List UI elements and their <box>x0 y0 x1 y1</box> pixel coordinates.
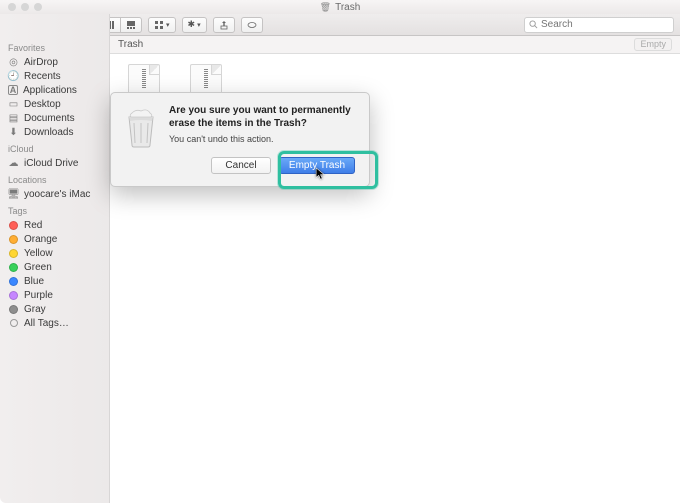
share-button[interactable] <box>213 17 235 33</box>
sidebar-item-label: Gray <box>24 304 46 315</box>
tag-dot-icon <box>9 235 18 244</box>
sidebar-section-title: Locations <box>0 170 109 187</box>
sidebar-item-yoocare-s-imac[interactable]: 🖥 yoocare's iMac <box>0 187 109 201</box>
sidebar-item-label: Yellow <box>24 248 53 259</box>
downloads-icon: ⬇ <box>8 127 19 138</box>
share-icon <box>219 20 229 30</box>
sidebar-item-downloads[interactable]: ⬇ Downloads <box>0 125 109 139</box>
sidebar-item-label: Blue <box>24 276 44 287</box>
imac-icon: 🖥 <box>8 189 19 200</box>
desktop-icon: ▭ <box>8 99 19 110</box>
search-icon <box>529 20 538 29</box>
trash-full-icon <box>123 105 159 145</box>
tag-dot-icon <box>10 319 18 327</box>
dialog-body-text: You can't undo this action. <box>169 134 355 144</box>
sidebar-item-label: AirDrop <box>24 57 58 68</box>
tag-dot-icon <box>9 263 18 272</box>
sidebar-item-label: iCloud Drive <box>24 158 78 169</box>
sidebar-item-green[interactable]: Green <box>0 260 109 274</box>
sidebar-item-red[interactable]: Red <box>0 218 109 232</box>
sidebar-item-desktop[interactable]: ▭ Desktop <box>0 97 109 111</box>
action-menu[interactable]: ✱ ▾ <box>182 17 207 33</box>
sidebar-item-label: All Tags… <box>24 318 69 329</box>
tag-dot-icon <box>9 291 18 300</box>
sidebar-item-label: Applications <box>23 85 77 96</box>
sidebar-item-label: Desktop <box>24 99 61 110</box>
search-field[interactable] <box>524 17 674 33</box>
tag-dot-icon <box>9 249 18 258</box>
dialog-heading: Are you sure you want to permanently era… <box>169 105 355 130</box>
sidebar-section-title: iCloud <box>0 139 109 156</box>
tag-dot-icon <box>9 221 18 230</box>
gear-icon: ✱ <box>188 19 196 30</box>
sidebar-item-all-tags-[interactable]: All Tags… <box>0 316 109 330</box>
sidebar-item-orange[interactable]: Orange <box>0 232 109 246</box>
finder-sidebar: Favorites ◎ AirDrop 🕘 Recents A Applications ▭ D… <box>0 14 110 503</box>
window-title: Trash <box>335 2 360 13</box>
sidebar-section-title: Tags <box>0 201 109 218</box>
sidebar-section-title: Favorites <box>0 38 109 55</box>
sidebar-item-icloud-drive[interactable]: ☁ iCloud Drive <box>0 156 109 170</box>
tag-dot-icon <box>9 305 18 314</box>
chevron-down-icon: ▾ <box>166 21 170 29</box>
sidebar-item-label: Recents <box>24 71 61 82</box>
sidebar-item-label: Downloads <box>24 127 73 138</box>
trash-icon: 🗑 <box>320 2 331 13</box>
window-titlebar: 🗑 Trash <box>0 0 680 14</box>
sidebar-item-label: yoocare's iMac <box>24 189 90 200</box>
sidebar-item-applications[interactable]: A Applications <box>0 83 109 97</box>
sidebar-item-purple[interactable]: Purple <box>0 288 109 302</box>
airdrop-icon: ◎ <box>8 57 19 68</box>
tags-button[interactable] <box>241 17 263 33</box>
view-gallery-mode[interactable] <box>120 17 142 33</box>
empty-trash-toolbar-button[interactable]: Empty <box>634 38 672 51</box>
sidebar-item-yellow[interactable]: Yellow <box>0 246 109 260</box>
icloud-icon: ☁ <box>8 158 19 169</box>
arrange-menu[interactable]: ▾ <box>148 17 176 33</box>
sidebar-item-label: Documents <box>24 113 75 124</box>
tag-icon <box>247 20 257 30</box>
tag-dot-icon <box>9 277 18 286</box>
sidebar-item-label: Green <box>24 262 52 273</box>
sidebar-item-documents[interactable]: ▤ Documents <box>0 111 109 125</box>
documents-icon: ▤ <box>8 113 19 124</box>
chevron-down-icon: ▾ <box>197 21 201 29</box>
sidebar-item-gray[interactable]: Gray <box>0 302 109 316</box>
sidebar-item-recents[interactable]: 🕘 Recents <box>0 69 109 83</box>
sidebar-item-airdrop[interactable]: ◎ AirDrop <box>0 55 109 69</box>
path-bar: Trash Empty <box>110 36 680 54</box>
applications-icon: A <box>8 85 18 95</box>
empty-trash-button[interactable]: Empty Trash <box>279 157 355 174</box>
sidebar-item-blue[interactable]: Blue <box>0 274 109 288</box>
confirm-dialog: Are you sure you want to permanently era… <box>110 92 370 187</box>
cancel-button[interactable]: Cancel <box>211 157 271 174</box>
search-input[interactable] <box>541 19 669 30</box>
recents-icon: 🕘 <box>8 71 19 82</box>
sidebar-item-label: Red <box>24 220 42 231</box>
location-label: Trash <box>118 39 143 50</box>
sidebar-item-label: Orange <box>24 234 57 245</box>
sidebar-item-label: Purple <box>24 290 53 301</box>
